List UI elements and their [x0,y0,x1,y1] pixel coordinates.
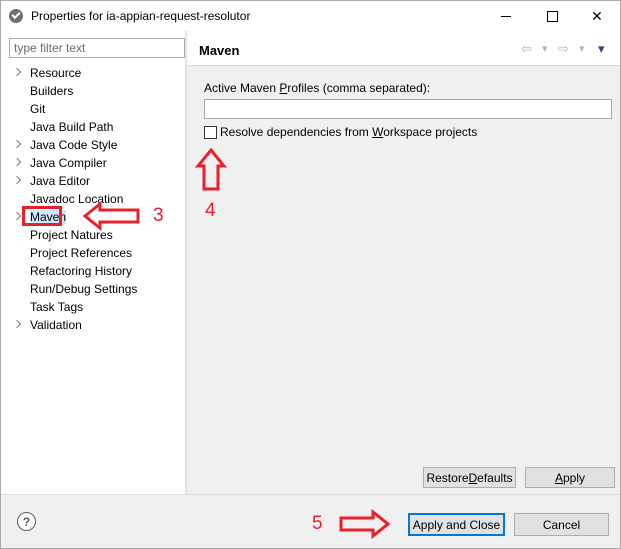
sidebar-item-java-editor[interactable]: Java Editor [12,172,91,190]
sidebar-item-label: Java Code Style [30,138,118,152]
forward-menu-chevron-icon[interactable]: ▾ [579,42,585,55]
view-menu-icon[interactable]: ▾ [598,41,605,57]
chevron-right-icon[interactable] [12,175,22,185]
sidebar-item-resource[interactable]: Resource [12,64,82,82]
chevron-right-icon[interactable] [12,319,22,329]
forward-arrow-icon[interactable]: ⇨ [558,41,569,57]
sidebar-item-git[interactable]: Git [30,100,45,118]
sidebar-item-label: Java Build Path [30,120,114,134]
header-divider [187,65,620,66]
chevron-right-icon[interactable] [12,67,22,77]
sidebar-item-label: Git [30,102,46,116]
help-icon[interactable]: ? [17,512,36,531]
sidebar-item-label: Project References [30,246,133,260]
sidebar-item-run-debug-settings[interactable]: Run/Debug Settings [30,280,137,298]
maximize-icon [546,10,558,22]
annotation-step-4: 4 [205,200,216,221]
restore-defaults-button[interactable]: Restore Defaults [423,467,516,488]
apply-label-post: pply [563,470,586,485]
sidebar-item-builders[interactable]: Builders [30,82,73,100]
cancel-button[interactable]: Cancel [514,513,609,536]
back-menu-chevron-icon[interactable]: ▾ [542,42,548,55]
eclipse-app-icon [9,9,23,23]
sidebar-item-label: Resource [30,66,82,80]
sidebar-item-label: Builders [30,84,74,98]
annotation-arrow-left-icon [83,201,140,231]
title-bar: Properties for ia-appian-request-resolut… [1,1,620,31]
sidebar-item-project-references[interactable]: Project References [30,244,132,262]
resolve-label-post: orkspace projects [383,125,478,139]
filter-input[interactable] [9,38,185,58]
sidebar-item-java-build-path[interactable]: Java Build Path [30,118,113,136]
restore-label-post: efaults [477,470,513,485]
annotation-step-5: 5 [312,513,323,534]
window-title: Properties for ia-appian-request-resolut… [31,9,251,23]
close-button[interactable]: ✕ [574,1,620,31]
chevron-right-icon[interactable] [12,211,22,221]
sidebar-item-label: Java Compiler [30,156,107,170]
annotation-arrow-up-icon [195,148,227,191]
sidebar-item-java-code-style[interactable]: Java Code Style [12,136,118,154]
property-page-tree: Resource Builders Git Java Build Path Java C… [1,31,185,494]
sidebar-item-label: Validation [30,318,82,332]
sidebar-item-label: Task Tags [30,300,84,314]
sidebar-item-validation[interactable]: Validation [12,316,82,334]
page-header: Maven ⇦ ▾ ⇨ ▾ ▾ [187,31,620,65]
annotation-step-3: 3 [153,205,164,226]
chevron-right-icon[interactable] [12,139,22,149]
maven-page: Maven ⇦ ▾ ⇨ ▾ ▾ Active Maven Profiles (c… [187,31,620,494]
minimize-icon [501,15,511,17]
maven-highlight-box [22,206,62,226]
close-icon: ✕ [591,7,603,24]
sidebar-item-java-compiler[interactable]: Java Compiler [12,154,107,172]
profiles-label: Active Maven Profiles (comma separated): [204,81,430,95]
footer-divider [1,494,620,495]
apply-label-mnemonic: A [554,470,563,485]
maximize-button[interactable] [529,1,575,31]
minimize-button[interactable] [483,1,529,31]
sidebar-item-refactoring-history[interactable]: Refactoring History [30,262,132,280]
chevron-right-icon[interactable] [12,157,22,167]
profiles-label-post: rofiles (comma separated): [287,81,431,95]
back-arrow-icon[interactable]: ⇦ [521,41,532,57]
sidebar-item-label: Run/Debug Settings [30,282,138,296]
apply-button[interactable]: Apply [525,467,615,488]
sidebar-item-label: Java Editor [30,174,91,188]
profiles-label-pre: Active Maven [204,81,280,95]
restore-label-pre: Restore [426,470,469,485]
restore-label-mnemonic: D [468,470,478,485]
sidebar-item-label: Refactoring History [30,264,133,278]
page-title: Maven [199,43,240,58]
resolve-label-mnemonic: W [372,125,384,139]
resolve-workspace-label[interactable]: Resolve dependencies from Workspace proj… [220,125,477,139]
resolve-workspace-checkbox[interactable] [204,126,217,139]
active-profiles-input[interactable] [204,99,612,119]
annotation-arrow-right-icon [339,509,391,539]
properties-dialog: Properties for ia-appian-request-resolut… [0,0,621,549]
apply-and-close-button[interactable]: Apply and Close [408,513,505,536]
resolve-label-pre: Resolve dependencies from [220,125,373,139]
sidebar-item-task-tags[interactable]: Task Tags [30,298,83,316]
